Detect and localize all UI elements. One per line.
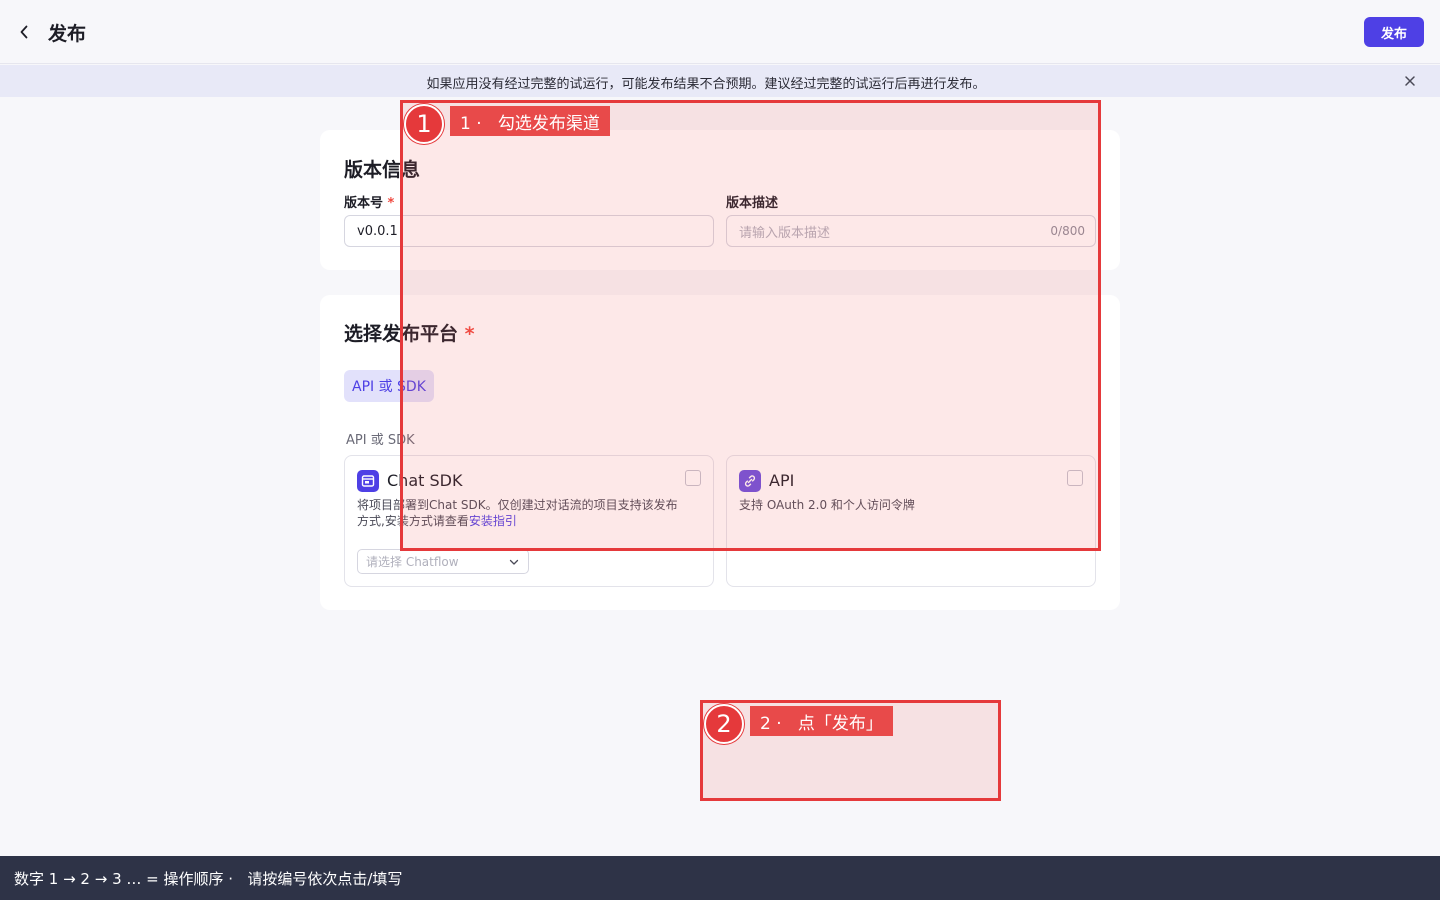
top-bar: 发布 发布 — [0, 0, 1440, 64]
chevron-down-icon — [508, 556, 520, 571]
chatflow-select-placeholder: 请选择 Chatflow — [366, 555, 459, 569]
annotation-box-1 — [400, 100, 1101, 551]
warning-banner-text: 如果应用没有经过完整的试运行，可能发布结果不合预期。建议经过完整的试运行后再进行… — [426, 77, 986, 92]
page-title: 发布 — [48, 23, 87, 45]
annotation-badge-2: 2 — [704, 704, 744, 744]
publish-button[interactable]: 发布 — [1364, 17, 1424, 47]
annotation-label-1: 1 · 勾选发布渠道 — [450, 106, 610, 136]
warning-banner: 如果应用没有经过完整的试运行，可能发布结果不合预期。建议经过完整的试运行后再进行… — [0, 65, 1440, 97]
annotation-badge-1: 1 — [404, 104, 444, 144]
chat-window-icon — [357, 470, 379, 492]
version-number-label-text: 版本号 — [344, 196, 384, 211]
required-mark: * — [387, 196, 395, 211]
version-number-value: v0.0.1 — [357, 223, 398, 239]
instruction-text: 数字 1 → 2 → 3 … = 操作顺序 · 请按编号依次点击/填写 — [14, 870, 403, 888]
annotation-label-2: 2 · 点「发布」 — [750, 706, 893, 736]
back-icon[interactable] — [12, 18, 36, 46]
chatflow-select[interactable]: 请选择 Chatflow — [357, 549, 529, 574]
close-icon[interactable] — [1402, 73, 1418, 89]
version-number-label: 版本号 * — [344, 192, 394, 211]
instruction-bar: 数字 1 → 2 → 3 … = 操作顺序 · 请按编号依次点击/填写 — [0, 856, 1440, 900]
